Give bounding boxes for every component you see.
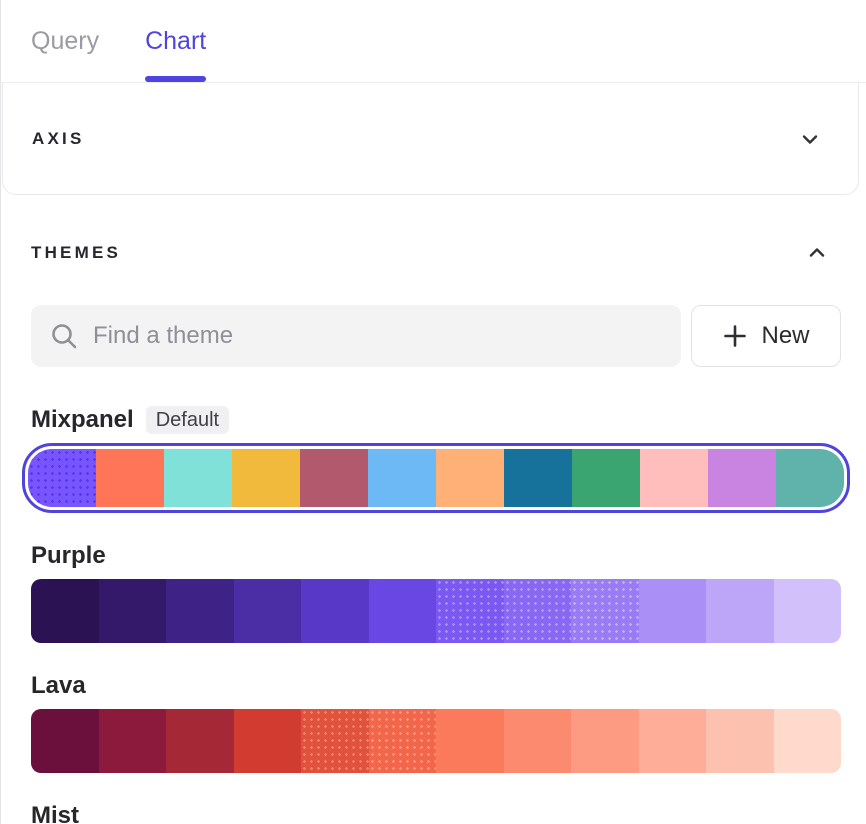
theme-swatch [436, 449, 504, 507]
themes-section-header[interactable]: THEMES [31, 241, 841, 265]
theme-swatch [31, 579, 99, 643]
theme-list: Mixpanel Default Purple Lava Mist [31, 405, 841, 824]
theme-swatch [234, 579, 302, 643]
theme-swatch [706, 709, 774, 773]
theme-swatch [708, 449, 776, 507]
theme-default-badge: Default [146, 406, 229, 434]
theme-swatch [300, 449, 368, 507]
theme-swatch [572, 449, 640, 507]
theme-search-box [31, 305, 681, 367]
new-theme-button-label: New [761, 322, 809, 350]
new-theme-button[interactable]: New [691, 305, 841, 367]
theme-swatch [504, 709, 572, 773]
tab-bar: Query Chart [1, 0, 866, 83]
theme-swatch [639, 709, 707, 773]
theme-swatch [28, 449, 96, 507]
theme-item: Mixpanel Default [31, 405, 841, 513]
theme-swatch [166, 579, 234, 643]
theme-item: Lava [31, 671, 841, 773]
theme-swatch [368, 449, 436, 507]
theme-name: Lava [31, 672, 86, 700]
tab-chart-label: Chart [145, 27, 206, 56]
theme-name: Mixpanel [31, 406, 134, 434]
theme-name: Purple [31, 542, 106, 570]
theme-label-row: Lava [31, 671, 841, 701]
theme-swatch [774, 709, 842, 773]
theme-search-input[interactable] [31, 305, 681, 367]
theme-strip[interactable] [28, 449, 844, 507]
theme-swatch [640, 449, 708, 507]
theme-swatch [99, 709, 167, 773]
theme-swatch [301, 709, 369, 773]
tab-query-label: Query [31, 27, 99, 56]
chevron-up-icon[interactable] [805, 241, 829, 265]
theme-swatch [639, 579, 707, 643]
theme-swatch [369, 579, 437, 643]
axis-section-title: AXIS [32, 129, 84, 149]
plus-icon [722, 323, 748, 349]
theme-swatch [99, 579, 167, 643]
theme-swatch [232, 449, 300, 507]
theme-swatch [369, 709, 437, 773]
themes-section: THEMES New MixpanelDefaultPurpl [1, 195, 866, 824]
theme-swatch [776, 449, 844, 507]
theme-swatch [706, 579, 774, 643]
theme-strip[interactable] [31, 579, 841, 643]
theme-swatch [436, 579, 504, 643]
theme-swatch [31, 709, 99, 773]
theme-label-row: Mixpanel Default [31, 405, 841, 435]
theme-swatch [166, 709, 234, 773]
theme-item: Purple [31, 541, 841, 643]
theme-item: Mist [31, 801, 841, 824]
theme-swatch [774, 579, 842, 643]
chevron-down-icon[interactable] [798, 127, 822, 151]
theme-label-row: Mist [31, 801, 841, 824]
selected-theme-ring[interactable] [22, 443, 850, 513]
theme-name: Mist [31, 802, 79, 824]
theme-swatch [436, 709, 504, 773]
theme-swatch [504, 579, 572, 643]
theme-label-row: Purple [31, 541, 841, 571]
theme-search-row: New [31, 305, 841, 367]
axis-section-header[interactable]: AXIS [2, 83, 859, 195]
theme-swatch [504, 449, 572, 507]
themes-section-title: THEMES [31, 243, 121, 263]
theme-swatch [96, 449, 164, 507]
theme-swatch [164, 449, 232, 507]
theme-swatch [571, 579, 639, 643]
tab-query[interactable]: Query [31, 0, 99, 82]
theme-swatch [234, 709, 302, 773]
tab-chart[interactable]: Chart [145, 0, 206, 82]
theme-swatch [301, 579, 369, 643]
theme-swatch [571, 709, 639, 773]
search-icon [49, 321, 79, 351]
theme-strip[interactable] [31, 709, 841, 773]
active-tab-underline [145, 76, 206, 82]
chart-settings-panel: Query Chart AXIS THEMES [0, 0, 866, 824]
